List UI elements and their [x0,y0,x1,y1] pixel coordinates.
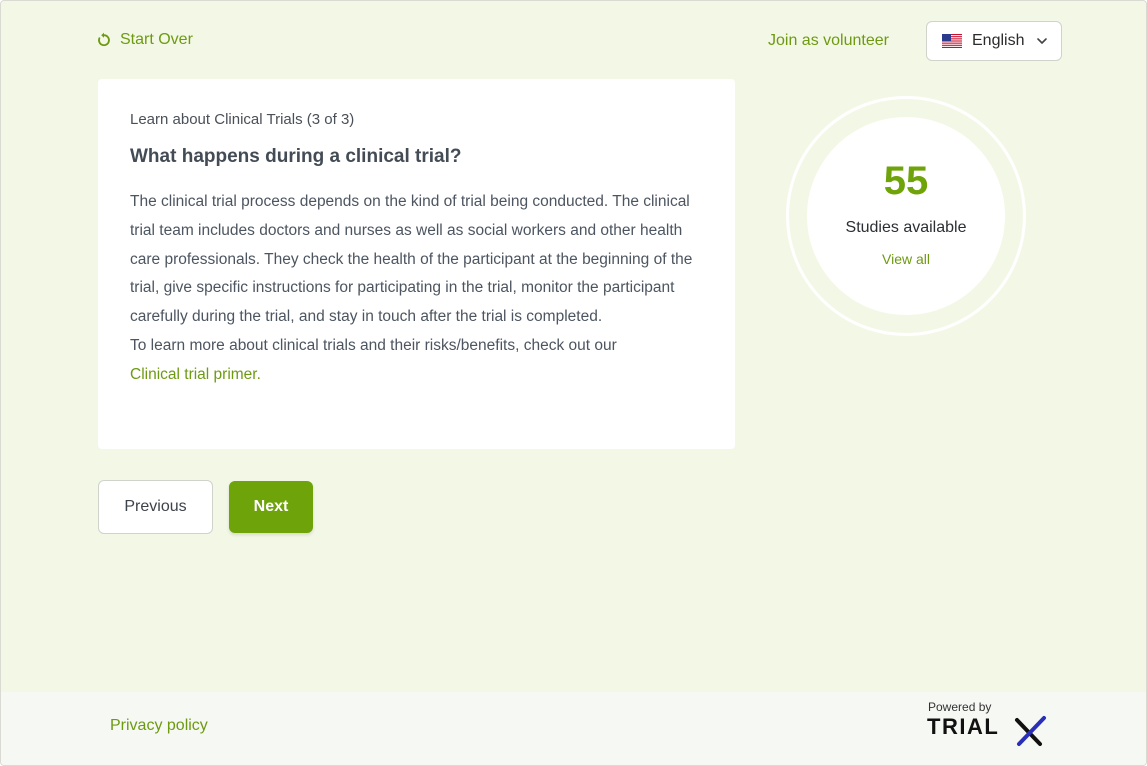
studies-count: 55 [883,159,929,203]
chevron-down-icon [1037,38,1048,44]
next-button[interactable]: Next [229,481,313,533]
studies-circle [807,117,1005,315]
restart-icon [98,32,110,47]
previous-button[interactable]: Previous [98,480,213,534]
language-select[interactable]: English [926,21,1062,61]
trialx-logo: TRIAL [927,714,1046,746]
studies-available-label: Studies available [845,219,967,236]
svg-text:TRIAL: TRIAL [927,714,999,739]
top-bar: Start Over Join as volunteer English [1,1,1146,81]
card-title: What happens during a clinical trial? [130,146,462,167]
language-selected: English [972,32,1025,49]
start-over-button[interactable]: Start Over [96,31,193,49]
card-body: The clinical trial process depends on th… [130,188,703,390]
learn-more-text: To learn more about clinical trials and … [130,336,617,354]
view-all-link[interactable]: View all [807,251,1005,267]
us-flag-icon [942,34,962,48]
clinical-trial-primer-link[interactable]: Clinical trial primer [130,366,257,383]
footer: Privacy policy Powered by TRIAL [1,692,1146,765]
privacy-policy-link[interactable]: Privacy policy [110,717,208,735]
primer-link-period: . [256,365,261,383]
card-paragraph: The clinical trial process depends on th… [130,193,693,326]
step-indicator: Learn about Clinical Trials (3 of 3) [130,111,355,128]
powered-by-label: Powered by [928,700,992,714]
start-over-label: Start Over [120,31,193,48]
info-card: Learn about Clinical Trials (3 of 3) Wha… [98,79,735,449]
join-as-volunteer-link[interactable]: Join as volunteer [768,32,889,50]
page: Start Over Join as volunteer English Lea… [0,0,1147,766]
